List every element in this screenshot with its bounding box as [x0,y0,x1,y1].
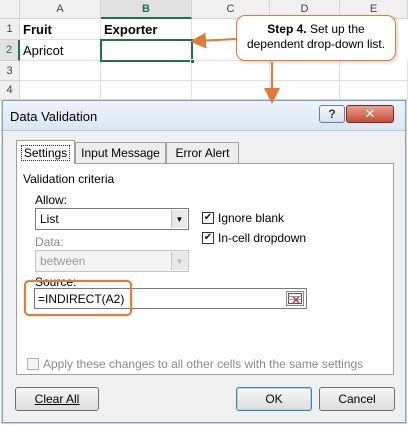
tab-error-alert-label: Error Alert [175,146,230,160]
ok-label: OK [265,392,283,406]
tab-settings[interactable]: Settings [16,140,75,164]
tab-input-message[interactable]: Input Message [75,142,166,163]
column-header-b[interactable]: B [101,0,192,19]
cancel-label: Cancel [338,392,376,406]
cell-a1[interactable]: Fruit [20,19,101,40]
chevron-down-icon: ▼ [171,252,187,270]
cell-b4[interactable] [101,81,192,100]
validation-criteria-heading: Validation criteria [23,172,115,186]
row-header-2[interactable]: 2 [0,40,20,61]
allow-select[interactable]: List ▼ [35,208,189,230]
cell-d3[interactable] [270,61,340,81]
cell-c4[interactable] [192,81,270,100]
data-label: Data: [35,235,64,249]
ignore-blank-label[interactable]: Ignore blank [218,211,284,225]
cell-b3[interactable] [101,61,192,81]
cell-e4[interactable] [340,81,408,100]
step-callout: Step 4. Set up the dependent drop-down l… [236,15,396,61]
in-cell-dropdown-label[interactable]: In-cell dropdown [218,231,306,245]
data-select: between ▼ [35,250,189,272]
column-header-a[interactable]: A [20,0,101,19]
cell-d4[interactable] [270,81,340,100]
tab-input-message-label: Input Message [81,146,160,160]
help-button[interactable]: ? [319,105,345,123]
tab-settings-label: Settings [20,144,71,161]
callout-step: Step 4. [267,22,307,36]
row-header-3[interactable]: 3 [0,61,20,81]
chevron-down-icon[interactable]: ▼ [171,210,187,228]
cell-a4[interactable] [20,81,101,100]
cancel-button[interactable]: Cancel [319,387,395,411]
close-icon: ✕ [364,106,376,121]
dialog-title: Data Validation [10,109,98,124]
cell-b1[interactable]: Exporter [101,19,192,40]
active-cell-b2[interactable] [100,39,195,64]
ok-button[interactable]: OK [236,387,312,411]
question-icon: ? [328,107,336,121]
fill-handle[interactable] [190,59,195,64]
cell-e3[interactable] [340,61,408,81]
cell-a2[interactable]: Apricot [20,40,101,61]
settings-panel: Validation criteria Allow: List ▼ ✔ Igno… [16,163,394,375]
data-validation-dialog: Data Validation ? ✕ Settings Input Messa… [2,100,406,423]
apply-all-checkbox [27,358,39,370]
data-select-value: between [40,254,86,268]
in-cell-dropdown-checkbox[interactable]: ✔ [202,232,214,244]
row-header-4[interactable]: 4 [0,81,20,100]
clear-all-label: Clear All [34,392,80,406]
cell-a3[interactable] [20,61,101,81]
ignore-blank-checkbox[interactable]: ✔ [202,212,214,224]
close-button[interactable]: ✕ [346,105,394,123]
select-all-corner[interactable] [0,0,20,19]
source-highlight-box [24,280,132,316]
dialog-titlebar[interactable]: Data Validation ? ✕ [3,101,405,131]
range-select-icon[interactable] [286,291,304,306]
allow-label: Allow: [35,193,68,207]
cell-c3[interactable] [192,61,270,81]
apply-all-label: Apply these changes to all other cells w… [43,357,364,371]
clear-all-button[interactable]: Clear All [15,387,99,411]
tab-error-alert[interactable]: Error Alert [166,142,239,163]
row-header-1[interactable]: 1 [0,19,20,40]
allow-select-value: List [40,212,59,226]
